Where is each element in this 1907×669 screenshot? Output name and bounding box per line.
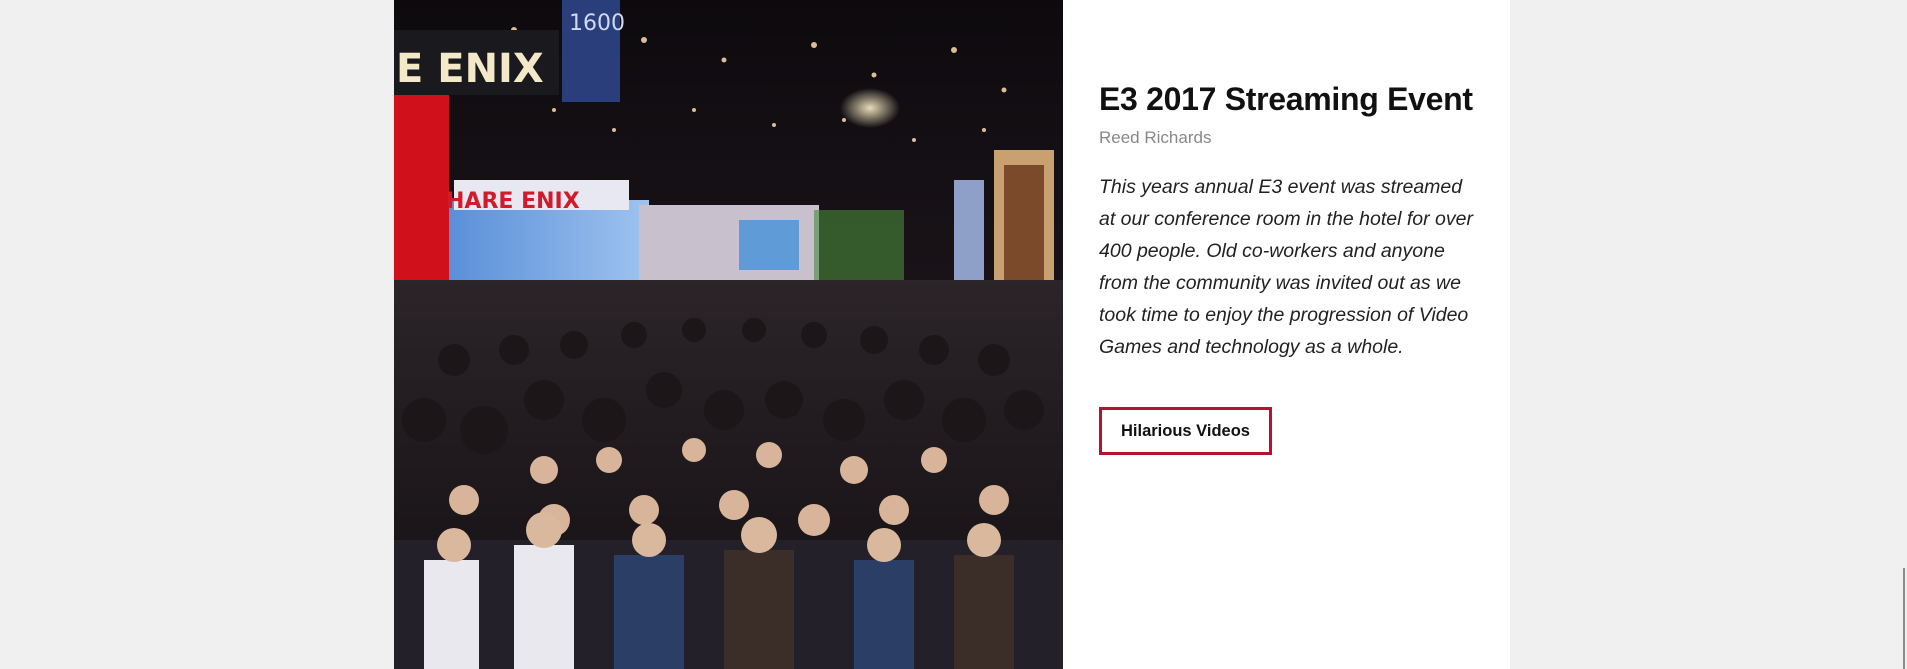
post-card: E ENIX 1600 HARE ENIX E3 2017 Streaming …: [394, 0, 1510, 669]
post-title: E3 2017 Streaming Event: [1099, 81, 1473, 117]
sign-text-3: 1600: [569, 11, 625, 36]
post-author: Reed Richards: [1099, 128, 1212, 147]
sign-text-2: HARE ENIX: [446, 189, 580, 214]
sign-text-1: E ENIX: [396, 46, 544, 92]
crowd-photo-illustration: E ENIX 1600 HARE ENIX: [394, 0, 1063, 669]
post-description: This years annual E3 event was streamed …: [1099, 176, 1473, 358]
post-content: E3 2017 Streaming Event Reed Richards Th…: [1063, 0, 1509, 669]
scrollbar-thumb[interactable]: [1903, 568, 1905, 669]
event-photo: E ENIX 1600 HARE ENIX: [394, 0, 1063, 669]
hilarious-videos-button[interactable]: Hilarious Videos: [1099, 406, 1272, 455]
